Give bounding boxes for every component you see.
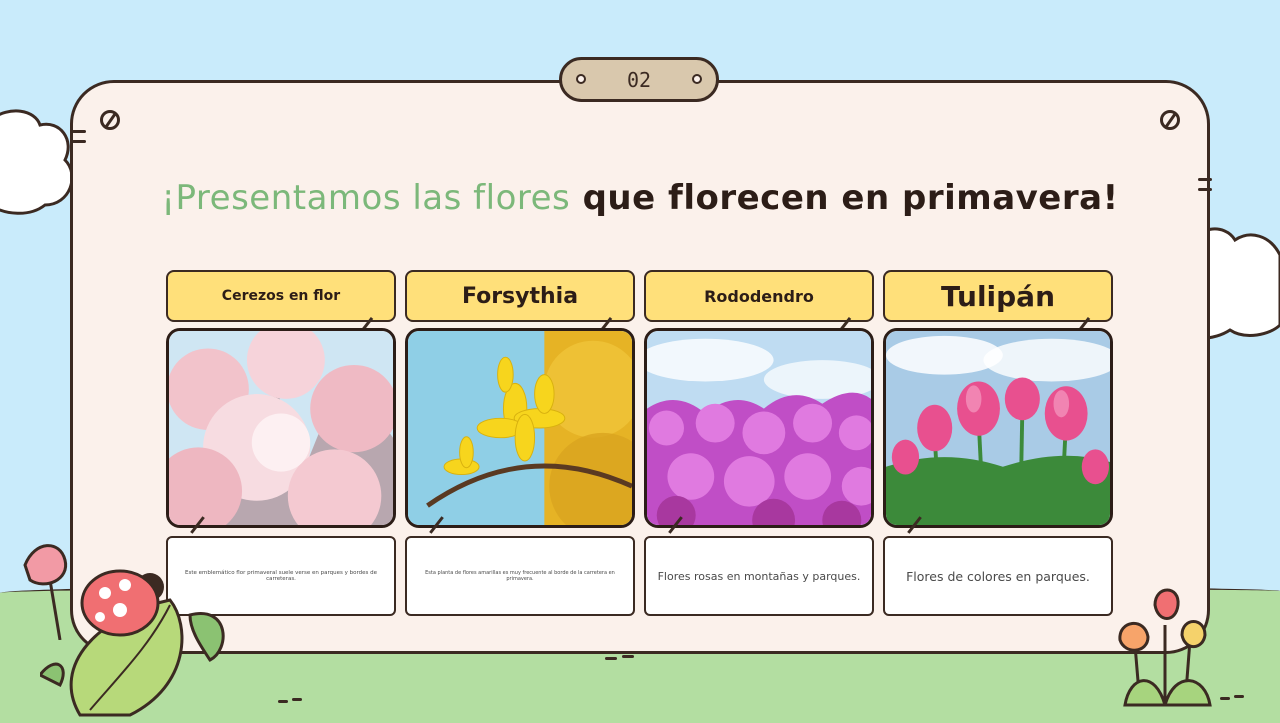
tulip-icon xyxy=(1118,588,1212,707)
flower-photo-tulipan xyxy=(883,328,1113,528)
flower-description: Flores rosas en montañas y parques. xyxy=(644,536,874,616)
page-number-tab: 02 xyxy=(559,57,719,102)
flower-photo-cerezos xyxy=(166,328,396,528)
flower-label-box: Cerezos en flor xyxy=(166,270,396,334)
flower-label: Rododendro xyxy=(704,286,814,306)
flower-photo-rododendro xyxy=(644,328,874,528)
grass-dash xyxy=(278,700,288,703)
screw-icon xyxy=(100,110,120,130)
screw-icon xyxy=(1160,110,1180,130)
grass-dash xyxy=(1220,697,1230,700)
flower-label: Cerezos en flor xyxy=(221,288,341,304)
flower-description-text: Flores rosas en montañas y parques. xyxy=(657,569,861,583)
panel-tick xyxy=(605,657,617,660)
flower-label: Forsythia xyxy=(461,283,579,309)
flower-photo-forsythia xyxy=(405,328,635,528)
page-title-highlight: ¡Presentamos las flores xyxy=(161,178,571,218)
tab-rivet-icon xyxy=(576,74,586,84)
panel-tick xyxy=(622,655,634,658)
page-title: ¡Presentamos las flores que florecen en … xyxy=(70,178,1210,218)
flower-description-text: Flores de colores en parques. xyxy=(906,568,1090,584)
flower-label: Tulipán xyxy=(940,279,1056,313)
grass-dash xyxy=(292,698,302,701)
flower-label-box: Rododendro xyxy=(644,270,874,334)
panel-tick xyxy=(72,130,86,133)
flower-description: Esta planta de flores amarillas es muy f… xyxy=(405,536,635,616)
tulip-icon xyxy=(23,544,68,640)
page-title-rest: que florecen en primavera! xyxy=(570,178,1119,218)
flower-description: Flores de colores en parques. xyxy=(883,536,1113,616)
grass-dash xyxy=(1234,695,1244,698)
ladybug-icon xyxy=(80,569,164,637)
page-number: 02 xyxy=(626,67,652,92)
cloud-icon xyxy=(0,109,74,215)
panel-tick xyxy=(72,140,86,143)
flower-card-cerezos: Cerezos en flor Este emblemático flor pr… xyxy=(166,270,396,616)
flower-description-text: Esta planta de flores amarillas es muy f… xyxy=(425,570,615,582)
flower-card-forsythia: Forsythia Esta planta de flores amarilla… xyxy=(405,270,635,616)
tab-rivet-icon xyxy=(692,74,702,84)
flower-card-tulipan: Tulipán Flores de colores en parques. xyxy=(883,270,1113,616)
flower-label-box: Forsythia xyxy=(405,270,635,334)
flower-label-box: Tulipán xyxy=(883,270,1113,334)
flower-card-rododendro: Rododendro Flores rosas en montañas y pa… xyxy=(644,270,874,616)
